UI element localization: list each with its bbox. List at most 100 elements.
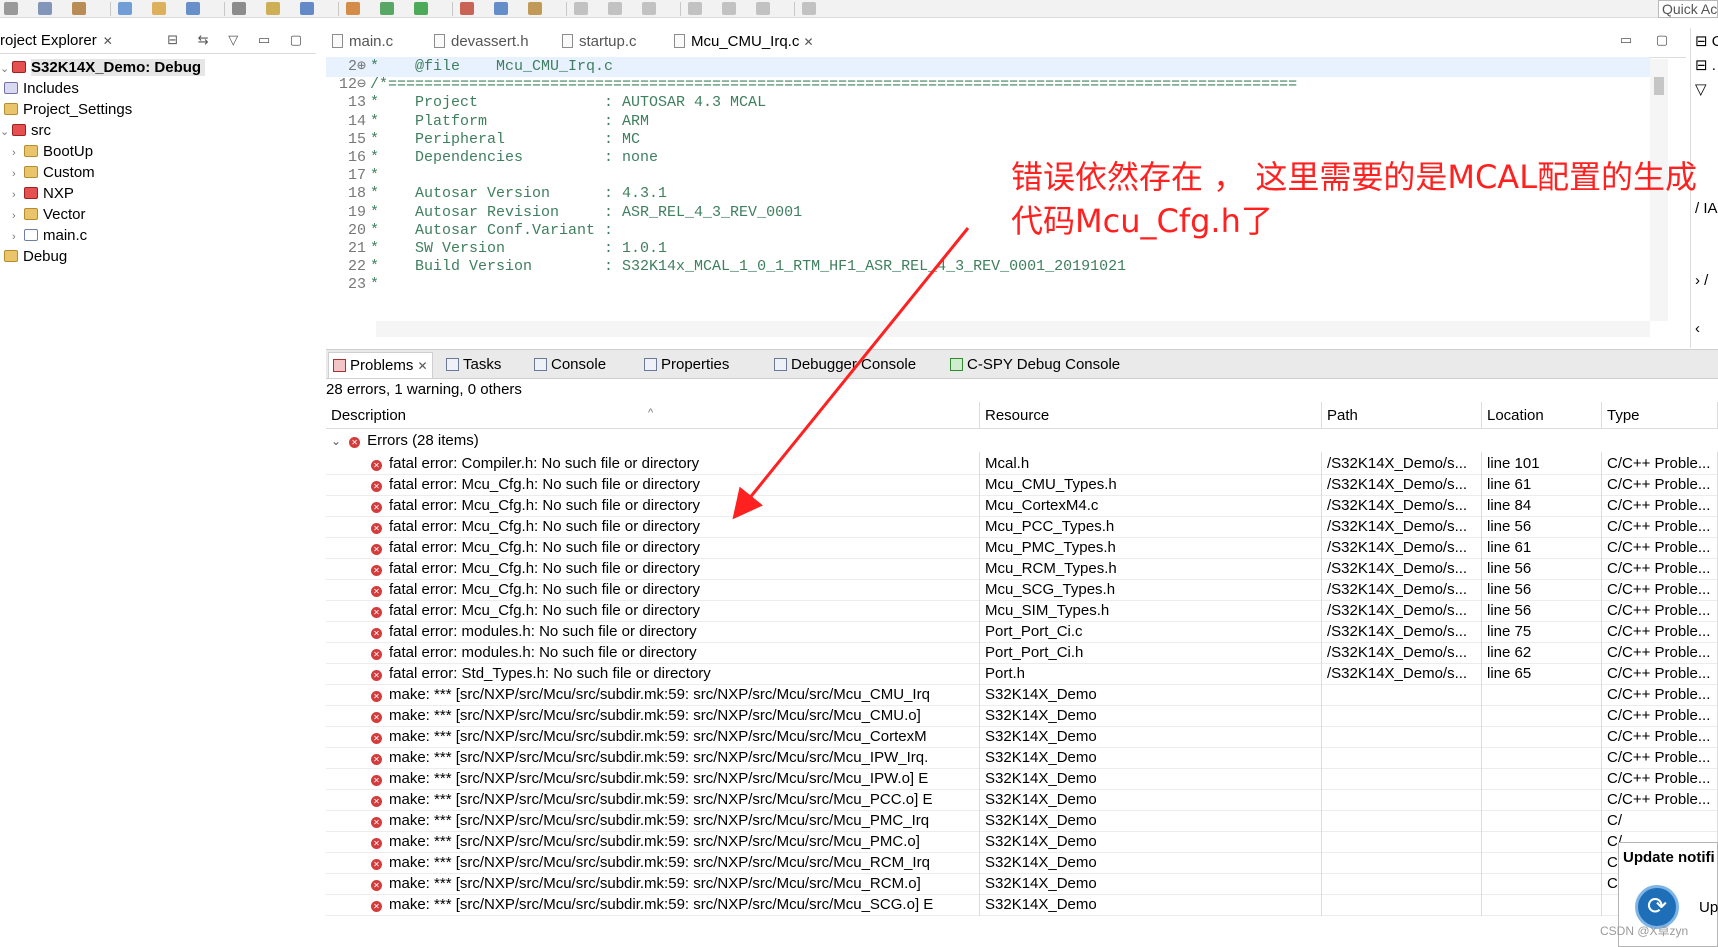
tab-mcu-cmu-irq-c[interactable]: Mcu_CMU_Irq.c ✕: [674, 33, 814, 50]
toolbar-button-icon[interactable]: [688, 2, 702, 15]
problem-row[interactable]: ✕ fatal error: Mcu_Cfg.h: No such file or…: [326, 578, 1718, 601]
column-header-resource[interactable]: Resource: [980, 402, 1322, 429]
problem-row[interactable]: ✕ fatal error: Mcu_Cfg.h: No such file or…: [326, 557, 1718, 580]
outline-item[interactable]: › /: [1695, 272, 1708, 289]
toolbar-button-icon[interactable]: [460, 2, 474, 15]
line-number: 22: [347, 258, 366, 276]
column-header-location[interactable]: Location: [1482, 402, 1602, 429]
toolbar-button-icon[interactable]: [722, 2, 736, 15]
toolbar-button-icon[interactable]: [346, 2, 360, 15]
problem-row[interactable]: ✕ fatal error: Mcu_Cfg.h: No such file or…: [326, 515, 1718, 538]
tab-tasks[interactable]: Tasks: [446, 356, 501, 373]
code-line[interactable]: 21 * SW Version : 1.0.1: [326, 239, 667, 259]
tree-item-custom[interactable]: › Custom: [12, 162, 95, 184]
outline-item[interactable]: ⊟ O: [1695, 32, 1718, 50]
tree-item-includes[interactable]: Includes: [4, 78, 79, 100]
toolbar-button-icon[interactable]: [72, 2, 86, 15]
problem-row[interactable]: ✕ fatal error: Mcu_Cfg.h: No such file or…: [326, 494, 1718, 517]
problem-row[interactable]: ✕ make: *** [src/NXP/src/Mcu/src/subdir.m…: [326, 683, 1718, 706]
code-line[interactable]: 13 * Project : AUTOSAR 4.3 MCAL: [326, 93, 766, 113]
problem-cell-location: [1482, 851, 1602, 874]
quick-access-field[interactable]: Quick Access: [1658, 0, 1718, 18]
outline-item[interactable]: ‹: [1695, 320, 1700, 337]
toolbar-button-icon[interactable]: [38, 2, 52, 15]
problem-row[interactable]: ✕ make: *** [src/NXP/src/Mcu/src/subdir.m…: [326, 830, 1718, 853]
outline-item[interactable]: ▽: [1695, 80, 1707, 98]
problem-row[interactable]: ✕ make: *** [src/NXP/src/Mcu/src/subdir.m…: [326, 893, 1718, 916]
toolbar-button-icon[interactable]: [4, 2, 18, 15]
tab-main-c[interactable]: main.c: [332, 33, 393, 50]
code-line[interactable]: 12⊖/*===================================…: [326, 75, 1297, 95]
toolbar-button-icon[interactable]: [118, 2, 132, 15]
view-toolbar-icons[interactable]: ⊟ ⇆ ▽ ▭ ▢: [167, 32, 310, 48]
toolbar-button-icon[interactable]: [232, 2, 246, 15]
problem-row[interactable]: ✕ fatal error: modules.h: No such file or…: [326, 620, 1718, 643]
tab-debugger-console[interactable]: Debugger Console: [774, 356, 916, 373]
code-line[interactable]: 16 * Dependencies : none: [326, 148, 658, 168]
outline-item[interactable]: ⊟ .: [1695, 56, 1716, 74]
column-header-path[interactable]: Path: [1322, 402, 1482, 429]
tab-problems[interactable]: Problems ✕: [328, 352, 433, 378]
column-header-description[interactable]: Description ^: [326, 402, 980, 429]
tree-item-nxp[interactable]: › NXP: [12, 183, 74, 205]
code-line[interactable]: 17 *: [326, 166, 379, 186]
code-line[interactable]: 23 *: [326, 275, 379, 295]
code-line[interactable]: 14 * Platform : ARM: [326, 112, 649, 132]
tab-startup-c[interactable]: startup.c: [562, 33, 637, 50]
problem-row[interactable]: ✕ make: *** [src/NXP/src/Mcu/src/subdir.m…: [326, 788, 1718, 811]
tab-c-spy-debug-console[interactable]: C-SPY Debug Console: [950, 356, 1120, 373]
problem-row[interactable]: ✕ fatal error: Mcu_Cfg.h: No such file or…: [326, 536, 1718, 559]
tree-item-vector[interactable]: › Vector: [12, 204, 86, 226]
toolbar-button-icon[interactable]: [756, 2, 770, 15]
toolbar-button-icon[interactable]: [574, 2, 588, 15]
problem-row[interactable]: ✕ make: *** [src/NXP/src/Mcu/src/subdir.m…: [326, 746, 1718, 769]
problem-row[interactable]: ✕ make: *** [src/NXP/src/Mcu/src/subdir.m…: [326, 725, 1718, 748]
close-icon[interactable]: ✕: [804, 35, 814, 49]
toolbar-button-icon[interactable]: [380, 2, 394, 15]
problem-row[interactable]: ✕ make: *** [src/NXP/src/Mcu/src/subdir.m…: [326, 851, 1718, 874]
tree-item-debug[interactable]: Debug: [4, 246, 67, 268]
toolbar-button-icon[interactable]: [494, 2, 508, 15]
tree-item-project[interactable]: ⌄ S32K14X_Demo: Debug: [0, 57, 206, 79]
code-line[interactable]: 18 * Autosar Version : 4.3.1: [326, 184, 667, 204]
toolbar-button-icon[interactable]: [300, 2, 314, 15]
problem-row[interactable]: ✕ fatal error: Mcu_Cfg.h: No such file or…: [326, 599, 1718, 622]
code-line[interactable]: 22 * Build Version : S32K14x_MCAL_1_0_1_R…: [326, 257, 1126, 277]
tree-item-project-settings[interactable]: Project_Settings: [4, 99, 132, 121]
tree-item-bootup[interactable]: › BootUp: [12, 141, 93, 163]
problem-cell-type: C/C++ Proble...: [1602, 452, 1718, 475]
problem-row[interactable]: ✕ make: *** [src/NXP/src/Mcu/src/subdir.m…: [326, 872, 1718, 895]
code-line[interactable]: 20 * Autosar Conf.Variant :: [326, 221, 613, 241]
toolbar-button-icon[interactable]: [802, 2, 816, 15]
code-line[interactable]: 15 * Peripheral : MC: [326, 130, 640, 150]
problem-row[interactable]: ✕ fatal error: modules.h: No such file or…: [326, 641, 1718, 664]
close-icon[interactable]: ✕: [418, 359, 428, 373]
editor-horizontal-scrollbar[interactable]: [376, 321, 1650, 337]
editor-window-controls[interactable]: ▭ ▢: [1620, 32, 1678, 48]
problem-row[interactable]: ✕ fatal error: Mcu_Cfg.h: No such file or…: [326, 473, 1718, 496]
toolbar-button-icon[interactable]: [642, 2, 656, 15]
expand-toggle-icon[interactable]: ⌄: [331, 434, 341, 448]
toolbar-button-icon[interactable]: [152, 2, 166, 15]
toolbar-button-icon[interactable]: [414, 2, 428, 15]
tab-devassert-h[interactable]: devassert.h: [434, 33, 529, 50]
problem-row[interactable]: ✕ fatal error: Std_Types.h: No such file …: [326, 662, 1718, 685]
tree-item-main-c[interactable]: › main.c: [12, 225, 87, 247]
code-line[interactable]: 2⊕ * @file Mcu_CMU_Irq.c: [326, 57, 1650, 77]
problem-row[interactable]: ✕ make: *** [src/NXP/src/Mcu/src/subdir.m…: [326, 704, 1718, 727]
tab-console[interactable]: Console: [534, 356, 606, 373]
tab-properties[interactable]: Properties: [644, 356, 729, 373]
problem-row[interactable]: ✕ fatal error: Compiler.h: No such file o…: [326, 452, 1718, 475]
errors-group-row[interactable]: ⌄ ✕ Errors (28 items): [326, 429, 1718, 452]
tree-item-src[interactable]: ⌄ src: [0, 120, 51, 142]
toolbar-button-icon[interactable]: [528, 2, 542, 15]
toolbar-button-icon[interactable]: [186, 2, 200, 15]
project-explorer-tab[interactable]: roject Explorer ✕: [0, 32, 113, 49]
column-header-type[interactable]: Type: [1602, 402, 1718, 429]
toolbar-button-icon[interactable]: [608, 2, 622, 15]
code-line[interactable]: 19 * Autosar Revision : ASR_REL_4_3_REV_0…: [326, 203, 802, 223]
problem-row[interactable]: ✕ make: *** [src/NXP/src/Mcu/src/subdir.m…: [326, 809, 1718, 832]
problem-row[interactable]: ✕ make: *** [src/NXP/src/Mcu/src/subdir.m…: [326, 767, 1718, 790]
close-icon[interactable]: ✕: [103, 34, 113, 48]
toolbar-button-icon[interactable]: [266, 2, 280, 15]
